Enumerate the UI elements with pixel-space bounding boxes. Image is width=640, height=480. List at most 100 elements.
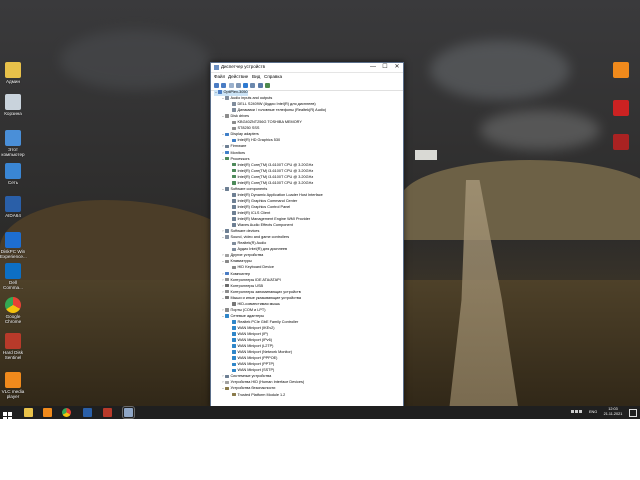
tree-item[interactable]: › Компьютер — [221, 272, 250, 278]
menu-help[interactable]: Справка — [264, 74, 282, 79]
update-driver-icon[interactable] — [250, 83, 255, 88]
tree-item[interactable]: ⌄ Устройства безопасности — [221, 386, 276, 392]
tree-item-label: Устройства безопасности — [230, 386, 276, 391]
tree-item[interactable]: Intel(R) Graphics Command Center — [228, 199, 297, 205]
desktop-shortcut[interactable]: Этот компьютер — [0, 130, 26, 157]
tree-item-label: Контроллеры USB — [230, 283, 264, 288]
tray-icons[interactable] — [566, 410, 586, 415]
tree-item[interactable]: KBG40ZNT256G TOSHIBA MEMORY — [228, 120, 302, 126]
tree-item[interactable]: Realtek(R) Audio — [228, 241, 266, 247]
tree-item[interactable]: ⌄ Сетевые адаптеры — [221, 314, 265, 320]
tree-item[interactable]: Intel(R) ICLS Client — [228, 211, 270, 217]
tree-item[interactable]: Intel(R) Core(TM) i3-6100T CPU @ 3.20GHz — [228, 175, 313, 181]
tree-item[interactable]: Intel(R) Core(TM) i3-6100T CPU @ 3.20GHz — [228, 169, 313, 175]
tree-item[interactable]: ⌄ OptiPlex-3050 — [214, 90, 248, 96]
menu-action[interactable]: Действие — [228, 74, 248, 79]
tree-item[interactable]: › Порты (COM и LPT) — [221, 308, 265, 314]
tree-item[interactable]: ⌄ Мыши и иные указывающие устройства — [221, 296, 301, 302]
tree-item[interactable]: › Контроллеры USB — [221, 284, 263, 290]
device-manager-icon[interactable] — [122, 406, 135, 419]
tree-item-label: WAN Miniport (L2TP) — [237, 344, 274, 349]
tree-item[interactable]: ⌄ Клавиатуры — [221, 259, 252, 265]
tree-item[interactable]: › Контроллеры запоминающих устройств — [221, 289, 300, 296]
tree-item[interactable]: HID Keyboard Device — [228, 265, 274, 271]
tree-item[interactable]: › Firmware — [221, 144, 246, 150]
desktop-shortcut[interactable]: Hard Disk Sentinel — [0, 333, 26, 360]
desktop-shortcut[interactable] — [608, 62, 634, 78]
tree-item[interactable]: Trusted Platform Module 1.2 — [228, 393, 285, 399]
tree-item[interactable]: HID-совместимая мышь — [228, 302, 280, 308]
properties-icon[interactable] — [236, 83, 241, 88]
forward-icon[interactable] — [221, 83, 226, 88]
tree-item[interactable]: ⌄ Processors — [221, 157, 250, 163]
tree-item[interactable]: Аудио Intel(R) для дисплеев — [228, 247, 287, 253]
scan-icon[interactable] — [265, 83, 270, 88]
minimize-button[interactable]: — — [367, 63, 379, 72]
tree-item[interactable]: Intel(R) Graphics Control Panel — [228, 205, 290, 211]
tree-item[interactable]: WAN Miniport (IKEv2) — [228, 326, 275, 332]
desktop-shortcut[interactable]: Google Chrome — [0, 297, 26, 324]
tree-item[interactable]: WAN Miniport (IPv6) — [228, 338, 272, 344]
device-tree[interactable]: ⌄ OptiPlex-3050 ⌄ Audio inputs and outputs D… — [211, 90, 403, 407]
tree-item[interactable]: Intel(R) Dynamic Application Loader Host… — [228, 193, 323, 199]
clock[interactable]: 12:03 21.11.2021 — [600, 407, 626, 416]
chrome-icon[interactable] — [62, 408, 71, 417]
tree-item[interactable]: DELL S2409W (Аудио Intel(R) для дисплеев… — [228, 102, 316, 108]
tree-item[interactable]: Intel(R) Core(TM) i3-6100T CPU @ 3.20GHz — [228, 181, 313, 187]
tree-item[interactable]: › Системные устройства — [221, 374, 271, 380]
tree-item[interactable]: ⌄ Audio inputs and outputs — [221, 96, 273, 102]
notification-icon[interactable] — [629, 409, 637, 417]
desktop-shortcut[interactable]: Сеть — [0, 163, 26, 185]
desktop-shortcut[interactable]: Dell Comma... — [0, 263, 26, 290]
vlc-icon[interactable] — [43, 408, 52, 417]
tree-item[interactable]: ⌄ Software components — [221, 187, 268, 193]
tree-item[interactable]: Динамики / головные телефоны (Realtek(R)… — [228, 108, 326, 114]
tree-item[interactable]: › Устройства HID (Human Interface Devices… — [221, 380, 304, 386]
title-bar[interactable]: Диспетчер устройств — ☐ ✕ — [211, 63, 403, 73]
tree-item[interactable]: WAN Miniport (PPTP) — [228, 362, 274, 368]
close-button[interactable]: ✕ — [391, 63, 403, 72]
menu-file[interactable]: Файл — [214, 74, 225, 79]
desktop-shortcut[interactable] — [608, 100, 634, 116]
maximize-button[interactable]: ☐ — [379, 63, 391, 72]
desktop-shortcut[interactable] — [608, 134, 634, 150]
aida64-icon[interactable] — [83, 408, 92, 417]
desktop-shortcut[interactable]: VLC media player — [0, 372, 26, 399]
tree-item[interactable]: ST8250 SSS — [228, 126, 259, 132]
desktop-shortcut[interactable]: Админ — [0, 62, 26, 84]
tree-item[interactable]: WAN Miniport (Network Monitor) — [228, 350, 292, 356]
tree-item[interactable]: › Monitors — [221, 151, 245, 157]
tree-item[interactable]: Realtek PCIe GbE Family Controller — [228, 320, 298, 326]
desktop-shortcut[interactable]: Корзина — [0, 94, 26, 116]
tree-view-icon[interactable] — [229, 83, 234, 88]
device-manager-window[interactable]: Диспетчер устройств — ☐ ✕ Файл Действие … — [210, 62, 404, 408]
tree-item[interactable]: WAN Miniport (L2TP) — [228, 344, 273, 350]
tree-item[interactable]: Waves Audio Effects Component — [228, 223, 293, 229]
menu-view[interactable]: Вид — [252, 74, 260, 79]
tree-item[interactable]: WAN Miniport (PPPOE) — [228, 356, 277, 362]
explorer-icon[interactable] — [24, 408, 33, 417]
tree-item[interactable]: WAN Miniport (SSTP) — [228, 368, 274, 374]
tree-item[interactable]: › Другие устройства — [221, 253, 263, 259]
tree-item[interactable]: ⌄ Display adapters — [221, 132, 259, 138]
desktop-shortcut[interactable]: AIDA64 — [0, 196, 26, 218]
tree-item[interactable]: ⌄ Sound, video and game controllers — [221, 235, 290, 241]
start-button[interactable] — [3, 408, 12, 421]
disk-icon — [225, 289, 229, 294]
tree-item[interactable]: Intel(R) Core(TM) i3-6100T CPU @ 3.20GHz — [228, 163, 313, 169]
back-icon[interactable] — [214, 83, 219, 88]
cpu-icon — [232, 181, 236, 185]
tree-item[interactable]: ⌄ Disk drives — [221, 114, 250, 120]
tree-item[interactable]: › Контроллеры IDE ATA/ATAPI — [221, 278, 280, 284]
tree-item[interactable]: Intel(R) HD Graphics 530 — [228, 138, 280, 144]
tree-item[interactable]: Intel(R) Management Engine WMI Provider — [228, 217, 310, 223]
desktop-shortcut[interactable]: DiskPC Win Experience... — [0, 232, 27, 259]
tree-item[interactable]: › Software devices — [221, 229, 259, 235]
monitor-icon[interactable] — [258, 83, 263, 88]
language-indicator[interactable]: ENG — [589, 410, 597, 415]
sky-cloud — [60, 30, 210, 90]
tree-item[interactable]: WAN Miniport (IP) — [228, 332, 268, 338]
hdd-sentinel-icon[interactable] — [103, 408, 112, 417]
tree-item-label: Trusted Platform Module 1.2 — [237, 392, 286, 397]
help-icon[interactable] — [243, 83, 248, 88]
